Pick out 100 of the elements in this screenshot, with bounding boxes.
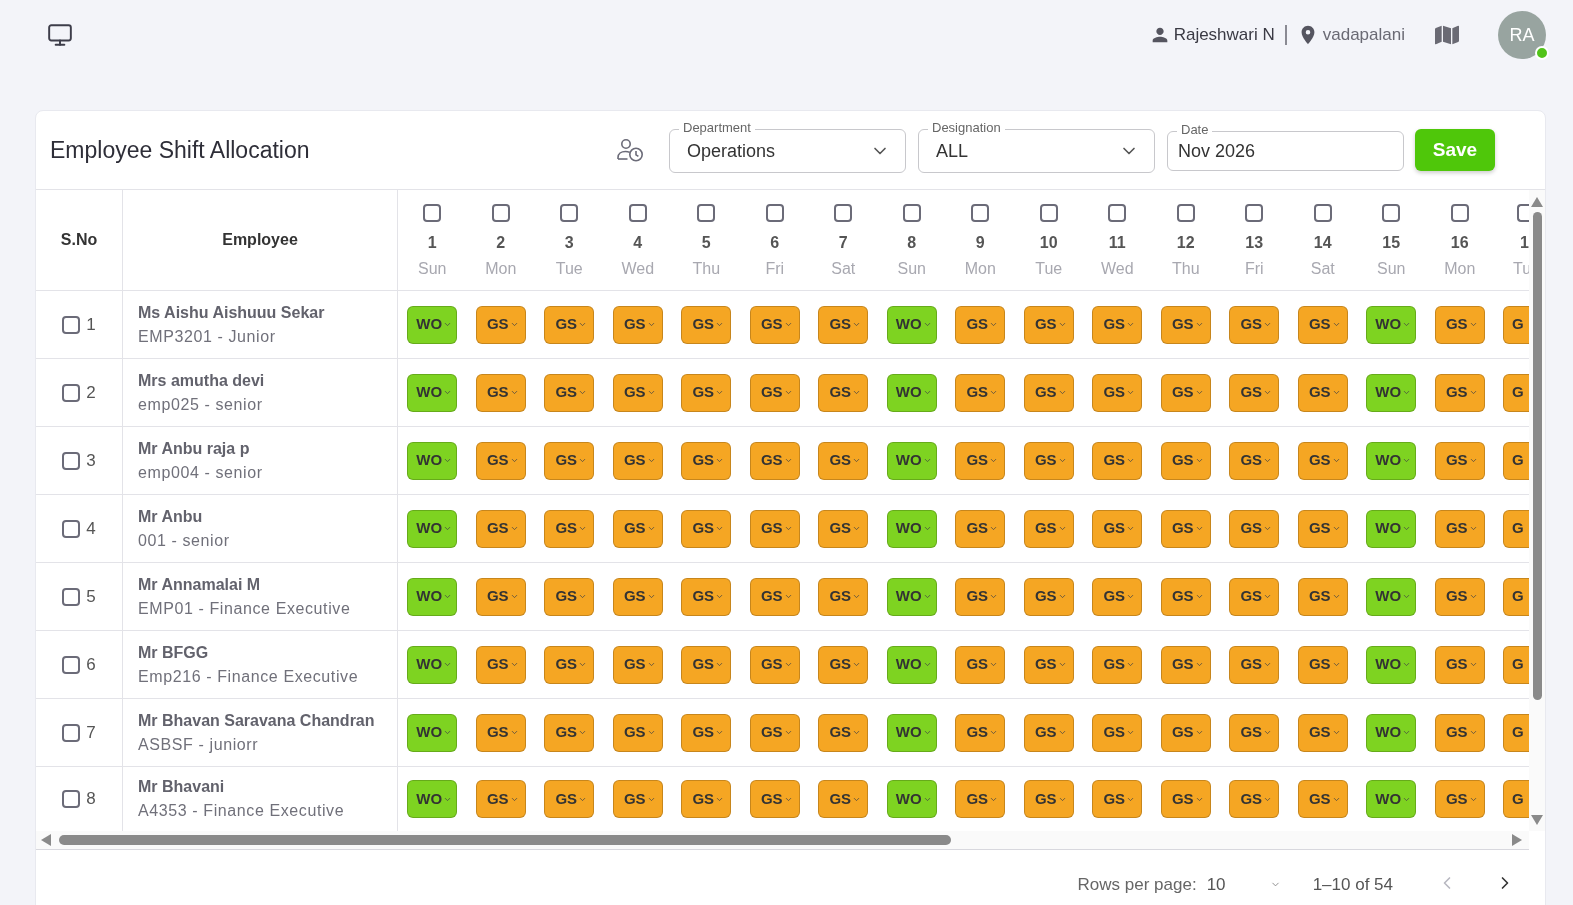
shift-dropdown[interactable]: GS bbox=[475, 713, 526, 752]
shift-dropdown[interactable]: WO bbox=[886, 645, 937, 684]
shift-dropdown[interactable]: GS bbox=[1297, 509, 1348, 548]
shift-dropdown[interactable]: WO bbox=[886, 441, 937, 480]
shift-dropdown[interactable]: GS bbox=[612, 305, 663, 344]
checkbox[interactable] bbox=[491, 204, 510, 222]
shift-dropdown[interactable]: G bbox=[1503, 645, 1529, 684]
shift-dropdown[interactable]: WO bbox=[407, 713, 458, 752]
shift-dropdown[interactable]: WO bbox=[886, 780, 937, 818]
triangle-down-icon[interactable] bbox=[1531, 815, 1543, 825]
shift-dropdown[interactable]: WO bbox=[1366, 509, 1417, 548]
shift-dropdown[interactable]: WO bbox=[407, 373, 458, 412]
shift-dropdown[interactable]: GS bbox=[612, 441, 663, 480]
checkbox[interactable] bbox=[834, 204, 853, 222]
shift-dropdown[interactable]: WO bbox=[886, 577, 937, 616]
shift-dropdown[interactable]: GS bbox=[544, 645, 595, 684]
map-icon[interactable] bbox=[1435, 23, 1459, 47]
shift-dropdown[interactable]: GS bbox=[681, 645, 732, 684]
monitor-icon[interactable] bbox=[47, 22, 73, 48]
shift-dropdown[interactable]: GS bbox=[955, 645, 1006, 684]
checkbox[interactable] bbox=[628, 204, 647, 222]
shift-dropdown[interactable]: GS bbox=[1023, 645, 1074, 684]
shift-dropdown[interactable]: WO bbox=[886, 373, 937, 412]
shift-dropdown[interactable]: GS bbox=[1229, 305, 1280, 344]
checkbox[interactable] bbox=[560, 204, 579, 222]
shift-dropdown[interactable]: WO bbox=[1366, 305, 1417, 344]
shift-dropdown[interactable]: GS bbox=[544, 441, 595, 480]
shift-dropdown[interactable]: G bbox=[1503, 780, 1529, 818]
checkbox[interactable] bbox=[1108, 204, 1127, 222]
shift-dropdown[interactable]: WO bbox=[886, 305, 937, 344]
shift-dropdown[interactable]: GS bbox=[1092, 713, 1143, 752]
checkbox[interactable] bbox=[62, 790, 81, 808]
shift-dropdown[interactable]: GS bbox=[1160, 713, 1211, 752]
shift-dropdown[interactable]: GS bbox=[681, 509, 732, 548]
shift-dropdown[interactable]: GS bbox=[612, 373, 663, 412]
shift-dropdown[interactable]: WO bbox=[407, 645, 458, 684]
rows-per-page-select[interactable]: 10 bbox=[1206, 872, 1285, 898]
shift-dropdown[interactable]: GS bbox=[475, 509, 526, 548]
checkbox[interactable] bbox=[62, 587, 81, 606]
checkbox[interactable] bbox=[1313, 204, 1332, 222]
shift-dropdown[interactable]: GS bbox=[544, 509, 595, 548]
shift-dropdown[interactable]: GS bbox=[818, 780, 869, 818]
shift-dropdown[interactable]: GS bbox=[1434, 645, 1485, 684]
shift-dropdown[interactable]: WO bbox=[1366, 780, 1417, 818]
shift-dropdown[interactable]: GS bbox=[749, 509, 800, 548]
checkbox[interactable] bbox=[62, 451, 81, 470]
shift-dropdown[interactable]: WO bbox=[886, 713, 937, 752]
shift-dropdown[interactable]: GS bbox=[1092, 780, 1143, 818]
checkbox[interactable] bbox=[1450, 204, 1469, 222]
shift-dropdown[interactable]: GS bbox=[1092, 509, 1143, 548]
checkbox[interactable] bbox=[697, 204, 716, 222]
shift-dropdown[interactable]: GS bbox=[1160, 577, 1211, 616]
shift-dropdown[interactable]: GS bbox=[681, 577, 732, 616]
shift-dropdown[interactable]: GS bbox=[475, 373, 526, 412]
shift-dropdown[interactable]: GS bbox=[1023, 441, 1074, 480]
shift-dropdown[interactable]: WO bbox=[1366, 645, 1417, 684]
checkbox[interactable] bbox=[1176, 204, 1195, 222]
shift-dropdown[interactable]: GS bbox=[818, 577, 869, 616]
checkbox[interactable] bbox=[62, 519, 81, 538]
shift-dropdown[interactable]: GS bbox=[681, 780, 732, 818]
shift-dropdown[interactable]: GS bbox=[612, 509, 663, 548]
shift-dropdown[interactable]: GS bbox=[1023, 305, 1074, 344]
shift-dropdown[interactable]: GS bbox=[612, 577, 663, 616]
shift-dropdown[interactable]: GS bbox=[1434, 305, 1485, 344]
shift-dropdown[interactable]: GS bbox=[1297, 577, 1348, 616]
shift-dropdown[interactable]: G bbox=[1503, 305, 1529, 344]
shift-dropdown[interactable]: GS bbox=[749, 780, 800, 818]
shift-dropdown[interactable]: G bbox=[1503, 713, 1529, 752]
shift-dropdown[interactable]: GS bbox=[475, 780, 526, 818]
shift-dropdown[interactable]: WO bbox=[407, 577, 458, 616]
shift-dropdown[interactable]: WO bbox=[1366, 373, 1417, 412]
checkbox[interactable] bbox=[62, 723, 81, 742]
shift-dropdown[interactable]: G bbox=[1503, 373, 1529, 412]
shift-dropdown[interactable]: GS bbox=[1229, 713, 1280, 752]
shift-dropdown[interactable]: GS bbox=[475, 645, 526, 684]
checkbox[interactable] bbox=[1382, 204, 1401, 222]
shift-dropdown[interactable]: G bbox=[1503, 509, 1529, 548]
shift-dropdown[interactable]: G bbox=[1503, 441, 1529, 480]
checkbox[interactable] bbox=[1517, 204, 1529, 222]
checkbox[interactable] bbox=[1039, 204, 1058, 222]
scrollbar-thumb[interactable] bbox=[59, 835, 951, 845]
shift-dropdown[interactable]: GS bbox=[749, 373, 800, 412]
shift-dropdown[interactable]: GS bbox=[681, 441, 732, 480]
shift-dropdown[interactable]: GS bbox=[1229, 577, 1280, 616]
shift-dropdown[interactable]: WO bbox=[1366, 577, 1417, 616]
shift-dropdown[interactable]: GS bbox=[1023, 780, 1074, 818]
shift-dropdown[interactable]: GS bbox=[612, 713, 663, 752]
checkbox[interactable] bbox=[62, 315, 81, 334]
shift-dropdown[interactable]: GS bbox=[955, 780, 1006, 818]
shift-dropdown[interactable]: GS bbox=[475, 441, 526, 480]
shift-dropdown[interactable]: GS bbox=[1160, 441, 1211, 480]
shift-dropdown[interactable]: GS bbox=[818, 305, 869, 344]
shift-dropdown[interactable]: WO bbox=[407, 305, 458, 344]
shift-dropdown[interactable]: GS bbox=[1434, 577, 1485, 616]
triangle-left-icon[interactable] bbox=[41, 834, 51, 846]
shift-dropdown[interactable]: GS bbox=[1297, 645, 1348, 684]
shift-dropdown[interactable]: GS bbox=[1434, 780, 1485, 818]
shift-dropdown[interactable]: GS bbox=[612, 645, 663, 684]
shift-dropdown[interactable]: GS bbox=[475, 577, 526, 616]
shift-dropdown[interactable]: G bbox=[1503, 577, 1529, 616]
